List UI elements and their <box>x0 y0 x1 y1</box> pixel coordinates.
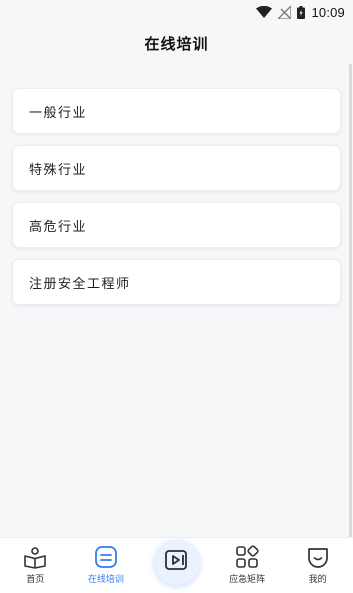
status-bar: 10:09 <box>0 0 353 24</box>
training-icon <box>93 544 119 570</box>
list-item-high-risk-industry[interactable]: 高危行业 <box>12 202 341 248</box>
title-bar: 在线培训 <box>0 24 353 62</box>
list-item-label: 注册安全工程师 <box>29 276 131 292</box>
nav-label-home: 首页 <box>26 575 45 585</box>
nav-label-mine: 我的 <box>308 575 327 585</box>
list-item-label: 高危行业 <box>29 219 88 235</box>
video-play-button[interactable] <box>153 539 200 585</box>
list-item-registered-safety-engineer[interactable]: 注册安全工程师 <box>12 259 341 305</box>
nav-label-online-training: 在线培训 <box>87 575 124 585</box>
matrix-icon <box>234 544 260 570</box>
list-item-special-industry[interactable]: 特殊行业 <box>12 145 341 191</box>
list-item-label: 特殊行业 <box>29 162 88 178</box>
training-category-list: 一般行业 特殊行业 高危行业 注册安全工程师 <box>12 88 341 316</box>
profile-icon <box>305 544 331 570</box>
nav-item-home[interactable]: 首页 <box>5 538 65 585</box>
home-book-icon <box>22 544 48 570</box>
wifi-icon <box>256 6 273 18</box>
scrollbar[interactable] <box>349 64 352 544</box>
video-play-icon <box>164 548 190 576</box>
page-title: 在线培训 <box>144 34 209 53</box>
nav-label-emergency-matrix: 应急矩阵 <box>229 575 266 585</box>
nav-item-mine[interactable]: 我的 <box>288 538 348 585</box>
screen: 10:09 在线培训 一般行业 特殊行业 高危行业 注册安全工程师 首页 在线培… <box>0 0 353 593</box>
nav-item-online-training[interactable]: 在线培训 <box>76 538 136 585</box>
list-item-general-industry[interactable]: 一般行业 <box>12 88 341 134</box>
battery-icon <box>297 5 306 19</box>
no-signal-icon <box>278 5 292 19</box>
clock-time: 10:09 <box>311 4 345 20</box>
list-item-label: 一般行业 <box>29 105 88 121</box>
nav-item-emergency-matrix[interactable]: 应急矩阵 <box>217 538 277 585</box>
